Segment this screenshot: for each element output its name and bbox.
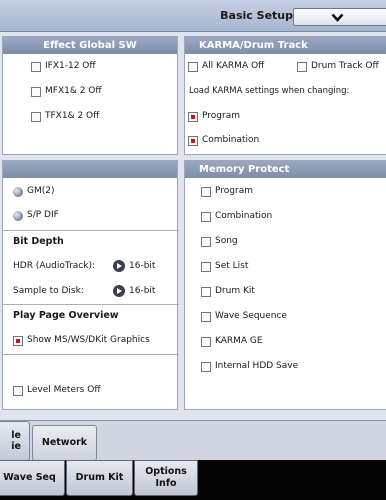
gm2-radio[interactable] <box>13 187 23 197</box>
memory-protect-title: Memory Protect <box>185 161 386 178</box>
protect-wave-sequence-checkbox[interactable] <box>201 312 211 322</box>
tab-partial-line2: ie <box>11 441 21 452</box>
sample-to-disk-value[interactable]: 16-bit <box>129 286 155 296</box>
load-on-combination-checkbox[interactable] <box>188 136 198 146</box>
page-menu-dropdown[interactable] <box>293 8 386 26</box>
tab-options-line2: Info <box>155 478 177 489</box>
protect-combination-label: Combination <box>215 211 273 221</box>
tab-drum-kit[interactable]: Drum Kit <box>66 460 133 496</box>
mfx-off-checkbox[interactable] <box>31 87 41 97</box>
page-title: Basic Setup <box>220 9 293 22</box>
protect-wave-sequence-label: Wave Sequence <box>215 311 287 321</box>
divider <box>3 304 179 305</box>
protect-karma-ge-label: KARMA GE <box>215 336 263 346</box>
tfx-off-label: TFX1& 2 Off <box>45 111 100 121</box>
level-meters-off-label: Level Meters Off <box>27 385 101 395</box>
protect-drum-kit-checkbox[interactable] <box>201 287 211 297</box>
system-options-panel: GM(2) S/P DIF Bit Depth HDR (AudioTrack)… <box>2 160 179 410</box>
tab-options-info[interactable]: Options Info <box>134 460 198 496</box>
protect-set-list-checkbox[interactable] <box>201 262 211 272</box>
protect-karma-ge-checkbox[interactable] <box>201 337 211 347</box>
main-tab-bar: Wave Seq Drum Kit Options Info <box>0 460 386 500</box>
tab-partial-left[interactable]: le ie <box>0 421 30 461</box>
effect-global-sw-panel: Effect Global SW IFX1-12 Off MFX1& 2 Off… <box>2 36 178 155</box>
divider <box>3 354 179 355</box>
sub-tab-bar: le ie Network <box>0 420 386 461</box>
chevron-down-icon <box>331 13 344 22</box>
spdif-radio[interactable] <box>13 211 23 221</box>
basic-setup-screen: Basic Setup Effect Global SW IFX1-12 Off… <box>0 0 386 500</box>
tfx-off-checkbox[interactable] <box>31 112 41 122</box>
load-on-combination-label: Combination <box>202 135 260 145</box>
tab-drum-kit-label: Drum Kit <box>75 472 124 483</box>
tab-wave-seq-label: Wave Seq <box>3 472 56 483</box>
protect-set-list-label: Set List <box>215 261 249 271</box>
drum-track-off-label: Drum Track Off <box>311 61 379 71</box>
drum-track-off-checkbox[interactable] <box>297 62 307 72</box>
tab-network-label: Network <box>41 437 88 448</box>
ifx-off-checkbox[interactable] <box>31 62 41 72</box>
protect-song-checkbox[interactable] <box>201 237 211 247</box>
tab-options-line1: Options <box>145 466 187 477</box>
hdr-label: HDR (AudioTrack): <box>13 261 95 271</box>
karma-drum-track-panel: KARMA/Drum Track All KARMA Off Drum Trac… <box>184 36 386 155</box>
show-graphics-label: Show MS/WS/DKit Graphics <box>27 335 150 345</box>
hdr-popup-arrow-icon[interactable] <box>113 260 125 272</box>
sample-to-disk-label: Sample to Disk: <box>13 286 84 296</box>
tab-wave-seq[interactable]: Wave Seq <box>0 460 65 496</box>
ifx-off-label: IFX1-12 Off <box>45 61 96 71</box>
sample-popup-arrow-icon[interactable] <box>113 285 125 297</box>
play-page-overview-heading: Play Page Overview <box>13 310 119 321</box>
system-options-title <box>3 161 177 178</box>
gm2-label: GM(2) <box>27 186 55 196</box>
bit-depth-heading: Bit Depth <box>13 236 64 247</box>
effect-global-sw-title: Effect Global SW <box>3 37 177 54</box>
header-bar: Basic Setup <box>0 0 386 32</box>
protect-combination-checkbox[interactable] <box>201 212 211 222</box>
memory-protect-panel: Memory Protect Program Combination Song … <box>184 160 386 410</box>
tab-network[interactable]: Network <box>32 425 97 461</box>
karma-drum-track-title: KARMA/Drum Track <box>185 37 386 54</box>
load-on-program-checkbox[interactable] <box>188 112 198 122</box>
protect-internal-hdd-checkbox[interactable] <box>201 362 211 372</box>
spdif-label: S/P DIF <box>27 210 59 220</box>
protect-internal-hdd-label: Internal HDD Save <box>215 361 299 371</box>
all-karma-off-label: All KARMA Off <box>202 61 265 71</box>
protect-song-label: Song <box>215 236 238 246</box>
protect-program-checkbox[interactable] <box>201 187 211 197</box>
all-karma-off-checkbox[interactable] <box>188 62 198 72</box>
show-graphics-checkbox[interactable] <box>13 336 23 346</box>
load-on-program-label: Program <box>202 111 240 121</box>
tab-partial-line1: le <box>11 430 21 441</box>
hdr-value[interactable]: 16-bit <box>129 261 155 271</box>
mfx-off-label: MFX1& 2 Off <box>45 86 102 96</box>
load-karma-settings-label: Load KARMA settings when changing: <box>189 86 350 96</box>
divider <box>3 230 179 231</box>
protect-program-label: Program <box>215 186 253 196</box>
level-meters-off-checkbox[interactable] <box>13 386 23 396</box>
protect-drum-kit-label: Drum Kit <box>215 286 255 296</box>
